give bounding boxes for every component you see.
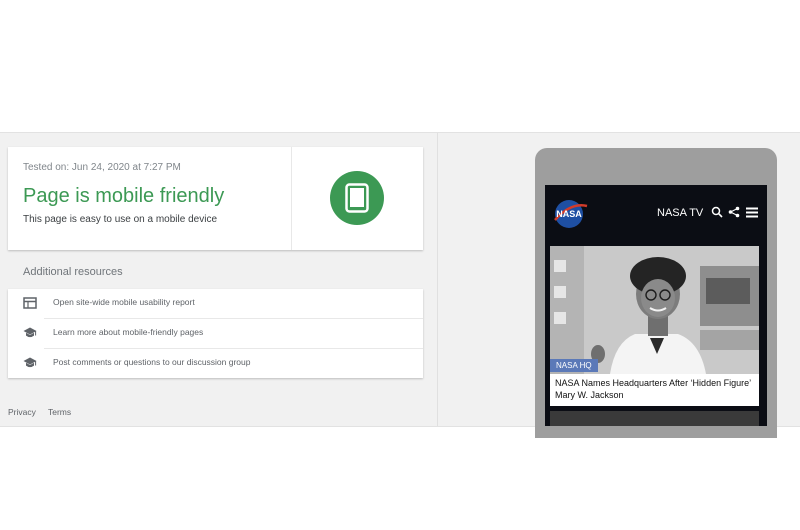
nasa-header-bar: NASA NASA TV [545, 185, 767, 244]
report-icon [23, 297, 37, 309]
nasa-logo-text: NASA [556, 209, 582, 219]
mobile-friendly-badge [330, 171, 384, 225]
device-preview-frame: NASA NASA TV NASA HQ NASA Names Headquar… [535, 148, 777, 438]
privacy-link[interactable]: Privacy [8, 407, 36, 417]
smartphone-icon [345, 183, 369, 213]
nasa-tv-link[interactable]: NASA TV [657, 207, 703, 219]
resource-item-label: Open site-wide mobile usability report [53, 297, 195, 307]
page-screenshot[interactable]: NASA NASA TV NASA HQ NASA Names Headquar… [545, 185, 767, 426]
result-subtitle: This page is easy to use on a mobile dev… [23, 214, 217, 225]
share-icon[interactable] [728, 206, 740, 218]
menu-icon[interactable] [746, 206, 758, 218]
result-card: Tested on: Jun 24, 2020 at 7:27 PM Page … [8, 147, 423, 250]
story-category-tag: NASA HQ [550, 359, 598, 372]
additional-resources-heading: Additional resources [23, 266, 123, 278]
next-story-teaser [550, 411, 759, 426]
card-divider [291, 147, 292, 250]
terms-link[interactable]: Terms [48, 407, 71, 417]
tested-on-timestamp: Tested on: Jun 24, 2020 at 7:27 PM [23, 162, 181, 173]
story-headline[interactable]: NASA Names Headquarters After ‘Hidden Fi… [550, 374, 759, 406]
pane-divider [437, 133, 438, 426]
result-title: Page is mobile friendly [23, 185, 225, 207]
resources-list: Open site-wide mobile usability report L… [8, 289, 423, 378]
nasa-logo: NASA [554, 200, 588, 228]
resource-item-label: Learn more about mobile-friendly pages [53, 327, 204, 337]
resource-item-label: Post comments or questions to our discus… [53, 357, 251, 367]
resource-item-learn-more[interactable]: Learn more about mobile-friendly pages [8, 319, 423, 348]
resource-item-discussion-group[interactable]: Post comments or questions to our discus… [8, 349, 423, 378]
results-pane: Tested on: Jun 24, 2020 at 7:27 PM Page … [0, 133, 437, 426]
search-icon[interactable] [711, 206, 723, 218]
test-result-panel: Tested on: Jun 24, 2020 at 7:27 PM Page … [0, 132, 800, 438]
school-icon [23, 327, 37, 338]
featured-story-card[interactable]: NASA HQ NASA Names Headquarters After ‘H… [550, 246, 759, 406]
school-icon [23, 357, 37, 368]
resource-item-usability-report[interactable]: Open site-wide mobile usability report [8, 289, 423, 318]
